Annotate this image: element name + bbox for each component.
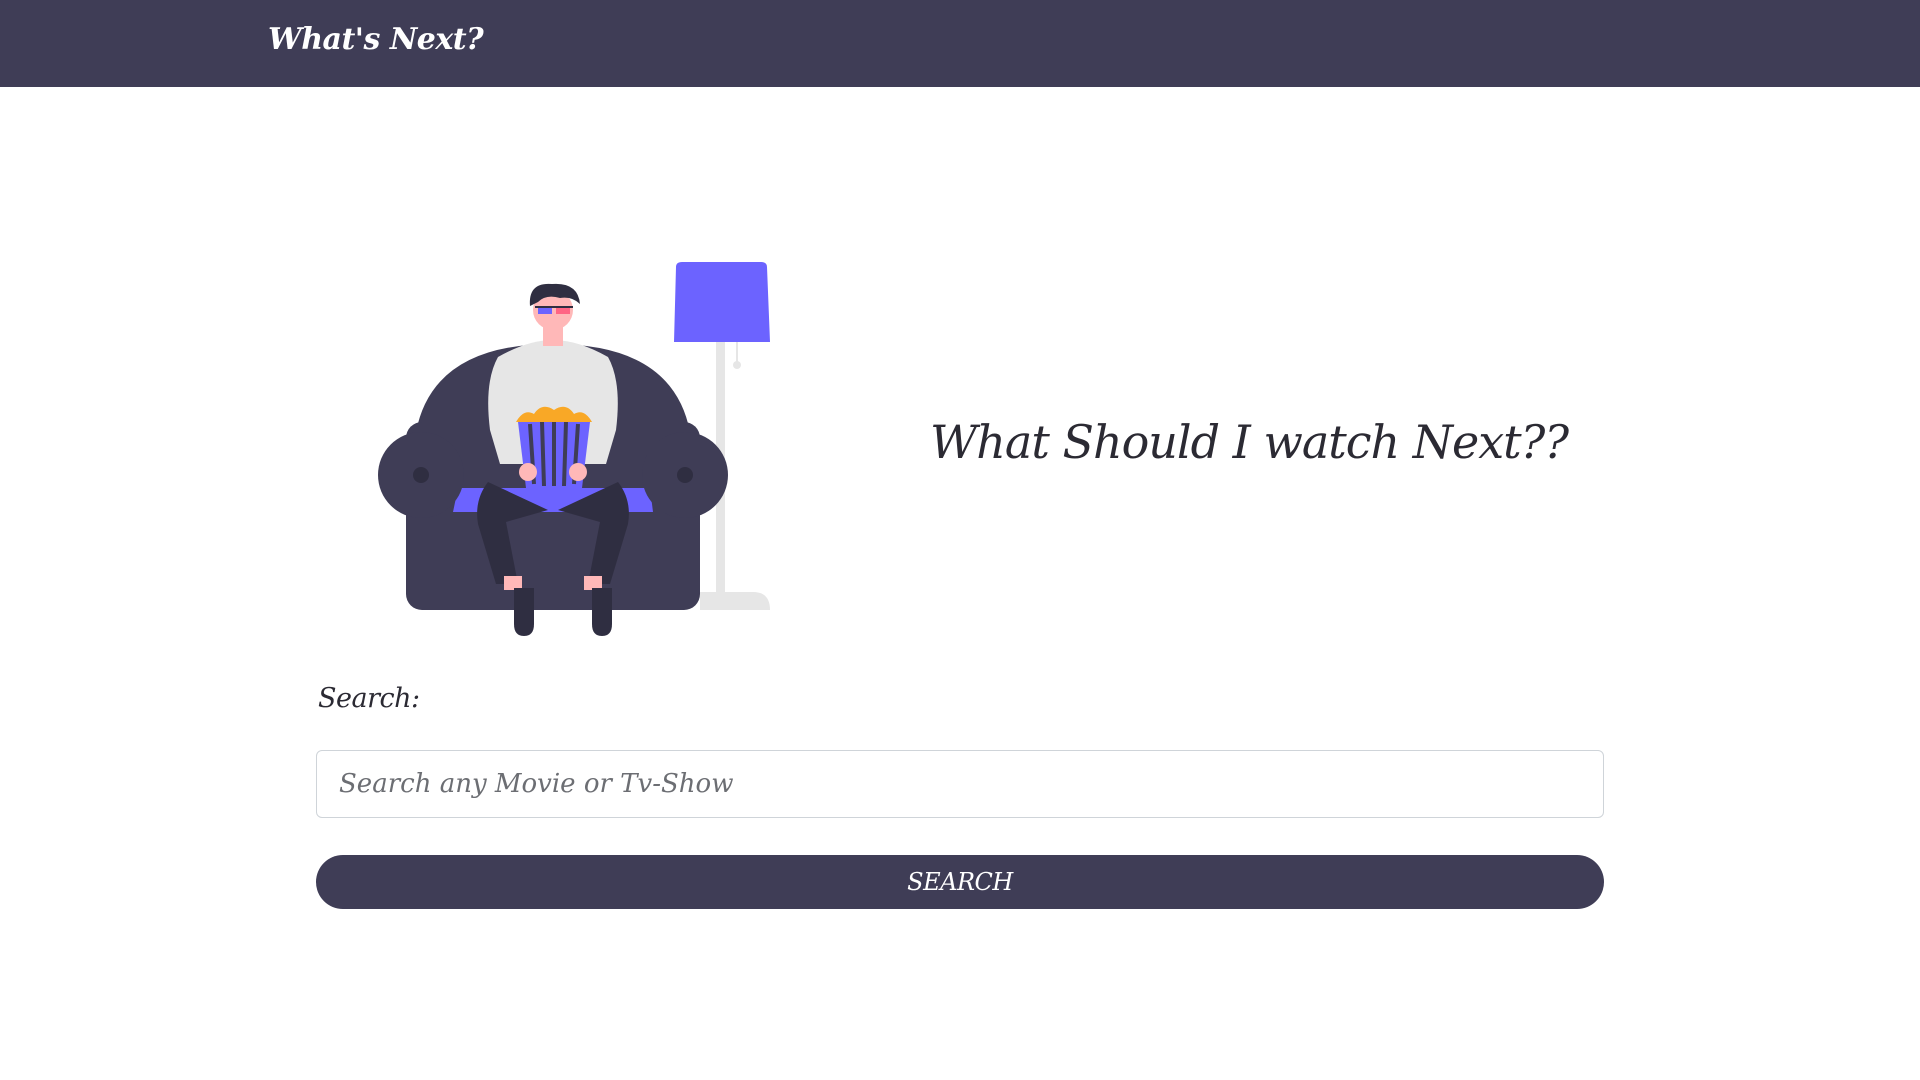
search-label: Search: bbox=[318, 683, 420, 714]
navbar: What's Next? bbox=[0, 0, 1920, 87]
hero-illustration bbox=[378, 262, 770, 636]
brand-link[interactable]: What's Next? bbox=[268, 22, 484, 57]
search-button[interactable]: SEARCH bbox=[316, 855, 1604, 909]
search-input[interactable] bbox=[316, 750, 1604, 818]
hero-title: What Should I watch Next?? bbox=[930, 415, 1569, 469]
